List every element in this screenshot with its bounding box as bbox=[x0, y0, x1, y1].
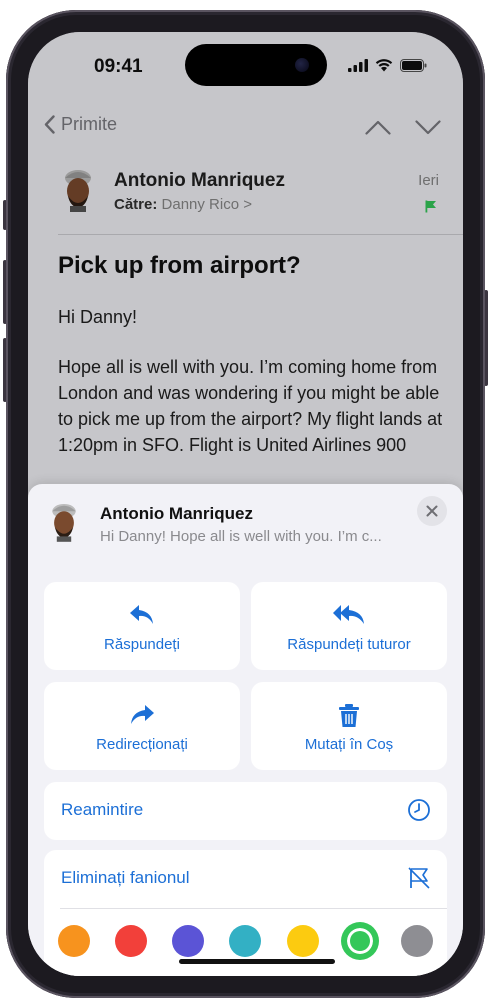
flag-color-yellow[interactable] bbox=[286, 925, 319, 957]
reply-label: Răspundeți bbox=[104, 636, 180, 653]
reply-all-icon bbox=[333, 605, 364, 624]
reply-all-button[interactable]: Răspundeți tuturor bbox=[251, 582, 447, 670]
flag-group: Eliminați fanionul bbox=[44, 850, 447, 976]
cellular-signal-icon bbox=[348, 59, 368, 72]
recipient-name: Danny Rico > bbox=[161, 196, 252, 213]
trash-button[interactable]: Mutați în Coș bbox=[251, 682, 447, 770]
sheet-avatar bbox=[52, 504, 76, 542]
message-date: Ieri bbox=[418, 172, 439, 189]
to-label: Către: bbox=[114, 196, 158, 213]
back-label: Primite bbox=[61, 114, 118, 134]
flag-color-purple[interactable] bbox=[172, 925, 205, 957]
status-icons bbox=[348, 59, 427, 72]
home-indicator bbox=[179, 959, 335, 964]
sheet-sender-name: Antonio Manriquez bbox=[100, 504, 253, 523]
camera-icon bbox=[295, 58, 309, 72]
forward-icon bbox=[131, 705, 154, 724]
screen: 09:41 Primite Antonio Manriquez Către: D… bbox=[28, 32, 463, 976]
flag-color-teal[interactable] bbox=[229, 925, 262, 957]
status-time: 09:41 bbox=[94, 56, 143, 77]
actions-sheet: Antonio Manriquez Hi Danny! Hope all is … bbox=[28, 484, 463, 976]
flag-color-red[interactable] bbox=[115, 925, 148, 957]
close-button[interactable] bbox=[417, 496, 447, 526]
flag-divider bbox=[60, 908, 447, 909]
message-paragraph: Hope all is well with you. I’m coming ho… bbox=[58, 357, 443, 455]
previous-message-icon[interactable] bbox=[365, 120, 391, 135]
back-button[interactable]: Primite bbox=[44, 114, 117, 135]
sender-name: Antonio Manriquez bbox=[114, 170, 285, 191]
avatar bbox=[65, 170, 91, 212]
chevron-left-icon bbox=[44, 115, 55, 134]
trash-label: Mutați în Coș bbox=[304, 736, 394, 753]
message-subject: Pick up from airport? bbox=[58, 252, 301, 279]
recipient-line[interactable]: Către: Danny Rico > bbox=[114, 196, 252, 213]
remind-label: Reamintire bbox=[61, 800, 144, 819]
remind-button[interactable]: Reamintire bbox=[44, 782, 447, 840]
nav-bar: Primite bbox=[28, 110, 463, 150]
dynamic-island bbox=[185, 44, 327, 86]
reply-button[interactable]: Răspundeți bbox=[44, 582, 240, 670]
sheet-message-preview: Hi Danny! Hope all is well with you. I’m… bbox=[100, 528, 382, 545]
sheet-header: Antonio Manriquez Hi Danny! Hope all is … bbox=[28, 484, 463, 560]
phone-frame: 09:41 Primite Antonio Manriquez Către: D… bbox=[6, 10, 485, 998]
wifi-icon bbox=[375, 59, 393, 72]
unflag-label: Eliminați fanionul bbox=[61, 868, 190, 887]
message-body: Hi Danny! Hope all is well with you. I’m… bbox=[58, 304, 445, 482]
unflag-button[interactable]: Eliminați fanionul bbox=[44, 850, 447, 908]
message-greeting: Hi Danny! bbox=[58, 307, 138, 327]
flag-color-green[interactable] bbox=[343, 925, 376, 957]
trash-icon bbox=[339, 704, 359, 727]
flag-icon bbox=[425, 200, 436, 213]
flag-color-gray[interactable] bbox=[400, 925, 433, 957]
clock-icon bbox=[408, 799, 430, 821]
forward-label: Redirecționați bbox=[96, 736, 188, 753]
flag-slash-icon bbox=[408, 867, 430, 889]
reply-icon bbox=[130, 605, 153, 624]
flag-color-orange[interactable] bbox=[58, 925, 90, 957]
close-icon bbox=[426, 505, 438, 517]
battery-icon bbox=[400, 59, 427, 72]
message-header: Antonio Manriquez Către: Danny Rico > Ie… bbox=[58, 164, 443, 234]
next-message-icon[interactable] bbox=[415, 120, 441, 135]
reply-all-label: Răspundeți tuturor bbox=[287, 636, 411, 653]
forward-button[interactable]: Redirecționați bbox=[44, 682, 240, 770]
header-divider bbox=[58, 234, 463, 235]
remind-group: Reamintire bbox=[44, 782, 447, 840]
status-bar: 09:41 bbox=[28, 32, 463, 92]
